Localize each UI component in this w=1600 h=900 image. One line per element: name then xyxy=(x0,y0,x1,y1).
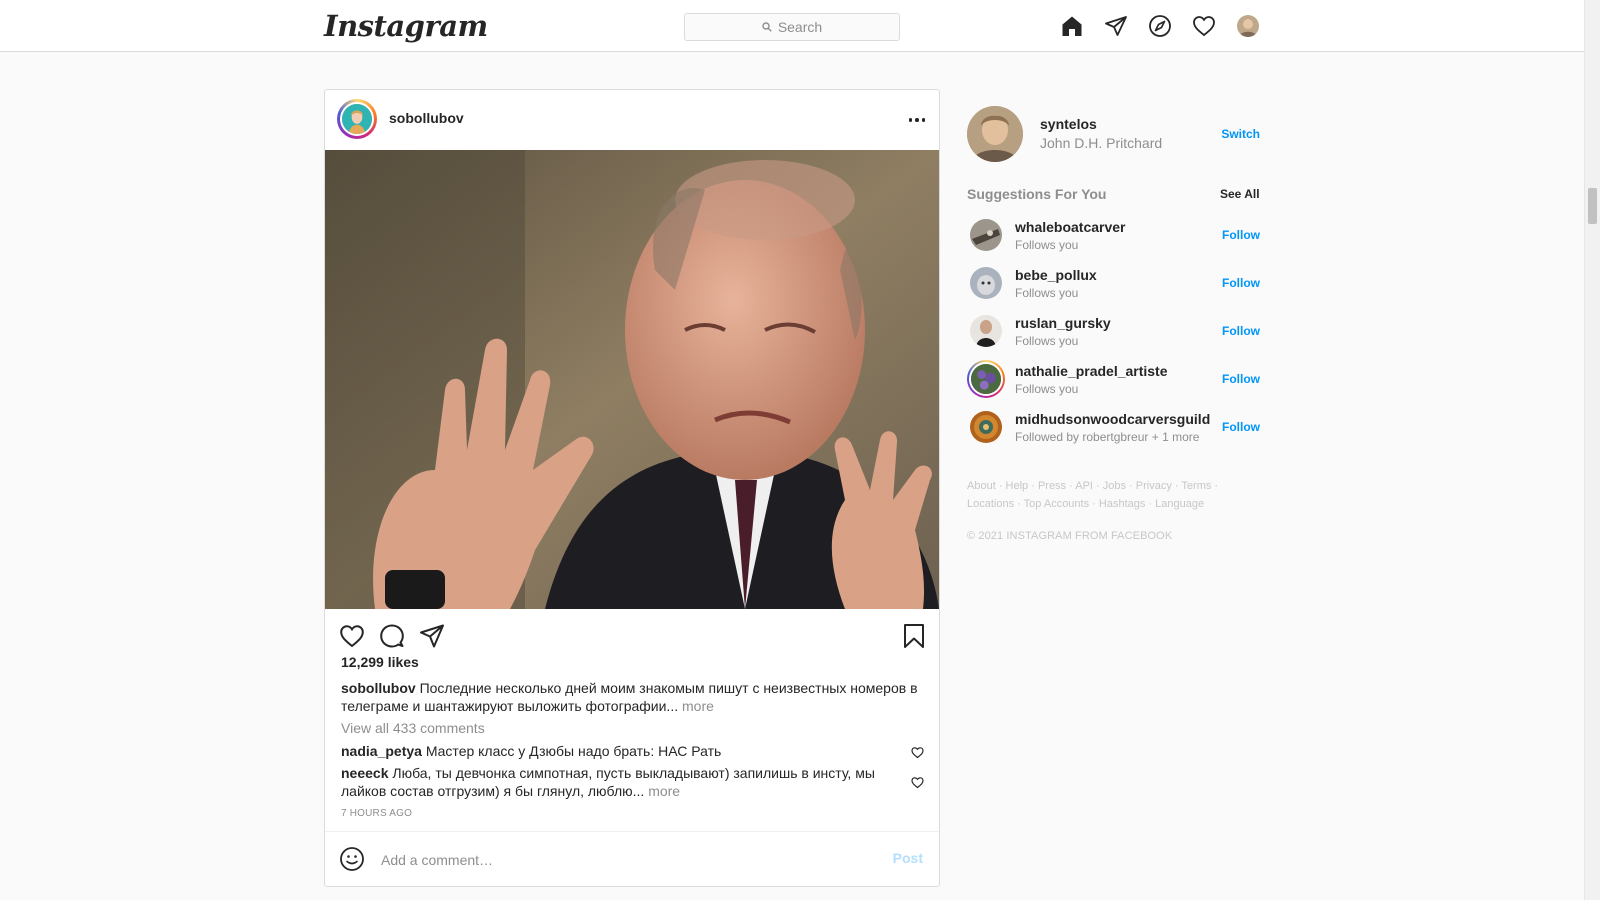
suggestions-title: Suggestions For You xyxy=(967,186,1107,202)
footer-link-privacy[interactable]: Privacy xyxy=(1136,480,1172,492)
comment-text: Люба, ты девчонка симпотная, пусть выкла… xyxy=(341,765,875,799)
suggestion-username[interactable]: nathalie_pradel_artiste xyxy=(1015,363,1168,379)
emoji-icon[interactable] xyxy=(339,846,365,872)
like-count[interactable]: 12,299 likes xyxy=(341,654,419,670)
footer-link-top-accounts[interactable]: Top Accounts xyxy=(1024,498,1089,510)
add-comment-section: Post xyxy=(325,831,939,886)
story-ring[interactable] xyxy=(967,360,1005,398)
footer-link-locations[interactable]: Locations xyxy=(967,498,1014,510)
see-all-suggestions-link[interactable]: See All xyxy=(1220,187,1260,201)
top-navigation-bar: Instagram Search xyxy=(0,0,1584,52)
post-action-bar xyxy=(325,617,939,653)
post-comment-button[interactable]: Post xyxy=(893,850,923,866)
suggestion-subtext: Follows you xyxy=(1015,334,1079,348)
suggestion-item: bebe_pollux Follows you Follow xyxy=(967,263,1260,307)
footer-link-help[interactable]: Help xyxy=(1006,480,1029,492)
comment-like-icon[interactable] xyxy=(911,746,924,759)
caption-username[interactable]: sobollubov xyxy=(341,680,416,696)
current-username[interactable]: syntelos xyxy=(1040,116,1097,132)
view-all-comments-link[interactable]: View all 433 comments xyxy=(341,720,485,736)
comment-text: Мастер класс у Дзюбы надо брать: НАС Рат… xyxy=(425,743,722,759)
comment: nadia_petya Мастер класс у Дзюбы надо бр… xyxy=(341,742,901,760)
suggestion-item: nathalie_pradel_artiste Follows you Foll… xyxy=(967,359,1260,403)
suggestion-avatar[interactable] xyxy=(970,315,1002,347)
footer-link-about[interactable]: About xyxy=(967,480,996,492)
explore-icon[interactable] xyxy=(1148,14,1172,38)
copyright-text: © 2021 INSTAGRAM FROM FACEBOOK xyxy=(967,530,1173,542)
instagram-logo[interactable]: Instagram xyxy=(324,9,488,43)
suggestion-avatar xyxy=(969,362,1003,396)
suggestion-item: midhudsonwoodcarversguild Followed by ro… xyxy=(967,407,1260,451)
post-caption: sobollubov Последние несколько дней моим… xyxy=(341,679,927,715)
search-placeholder: Search xyxy=(777,19,823,35)
comment-username[interactable]: neeeck xyxy=(341,765,388,781)
direct-message-icon[interactable] xyxy=(1104,14,1128,38)
caption-more-link[interactable]: more xyxy=(682,698,714,714)
current-user-card: syntelos John D.H. Pritchard Switch xyxy=(967,106,1260,162)
suggestion-subtext: Follows you xyxy=(1015,286,1079,300)
post-header: sobollubov xyxy=(325,90,939,150)
follow-button[interactable]: Follow xyxy=(1222,372,1260,386)
suggestion-avatar[interactable] xyxy=(970,219,1002,251)
follow-button[interactable]: Follow xyxy=(1222,420,1260,434)
search-icon xyxy=(762,22,772,32)
scrollbar-thumb[interactable] xyxy=(1588,188,1597,224)
footer-link-jobs[interactable]: Jobs xyxy=(1103,480,1126,492)
profile-avatar[interactable] xyxy=(1237,15,1259,37)
comment-username[interactable]: nadia_petya xyxy=(341,743,422,759)
suggestion-subtext: Follows you xyxy=(1015,382,1079,396)
suggestion-item: whaleboatcarver Follows you Follow xyxy=(967,215,1260,259)
footer-link-hashtags[interactable]: Hashtags xyxy=(1099,498,1145,510)
post-photo-illustration xyxy=(325,150,939,609)
current-user-avatar[interactable] xyxy=(967,106,1023,162)
story-ring[interactable] xyxy=(337,99,377,139)
footer-link-api[interactable]: API xyxy=(1075,480,1093,492)
suggestion-username[interactable]: ruslan_gursky xyxy=(1015,315,1111,331)
follow-button[interactable]: Follow xyxy=(1222,324,1260,338)
follow-button[interactable]: Follow xyxy=(1222,276,1260,290)
comment: neeeck Люба, ты девчонка симпотная, пуст… xyxy=(341,764,901,800)
feed-post: sobollubov 12,299 likes sobollubov После… xyxy=(324,89,940,887)
like-heart-icon[interactable] xyxy=(339,623,365,649)
post-author-username[interactable]: sobollubov xyxy=(389,110,464,126)
suggestion-username[interactable]: bebe_pollux xyxy=(1015,267,1097,283)
comment-bubble-icon[interactable] xyxy=(379,623,405,649)
more-options-icon[interactable] xyxy=(908,118,925,122)
current-user-fullname: John D.H. Pritchard xyxy=(1040,135,1163,151)
suggestion-item: ruslan_gursky Follows you Follow xyxy=(967,311,1260,355)
follow-button[interactable]: Follow xyxy=(1222,228,1260,242)
heart-icon[interactable] xyxy=(1192,14,1216,38)
comment-like-icon[interactable] xyxy=(911,776,924,789)
switch-account-button[interactable]: Switch xyxy=(1221,127,1260,141)
home-icon[interactable] xyxy=(1060,14,1084,38)
post-author-avatar xyxy=(340,102,374,136)
footer-link-language[interactable]: Language xyxy=(1155,498,1204,510)
page-scrollbar[interactable] xyxy=(1584,0,1600,900)
caption-text: Последние несколько дней моим знакомым п… xyxy=(341,680,918,714)
post-timestamp[interactable]: 7 HOURS AGO xyxy=(341,808,412,819)
share-direct-icon[interactable] xyxy=(419,623,445,649)
footer-link-terms[interactable]: Terms xyxy=(1181,480,1211,492)
comment-more-link[interactable]: more xyxy=(648,783,680,799)
comment-input[interactable] xyxy=(381,849,861,871)
post-photo[interactable] xyxy=(325,150,939,609)
suggestion-username[interactable]: whaleboatcarver xyxy=(1015,219,1126,235)
suggestion-avatar[interactable] xyxy=(970,411,1002,443)
footer-links: About · Help · Press · API · Jobs · Priv… xyxy=(967,480,1219,510)
suggestion-subtext: Follows you xyxy=(1015,238,1079,252)
suggestion-username[interactable]: midhudsonwoodcarversguild xyxy=(1015,411,1210,427)
footer-link-press[interactable]: Press xyxy=(1038,480,1066,492)
suggestion-avatar[interactable] xyxy=(970,267,1002,299)
search-input[interactable]: Search xyxy=(684,13,900,41)
suggestion-subtext: Followed by robertgbreur + 1 more xyxy=(1015,430,1200,444)
save-bookmark-icon[interactable] xyxy=(901,623,927,649)
